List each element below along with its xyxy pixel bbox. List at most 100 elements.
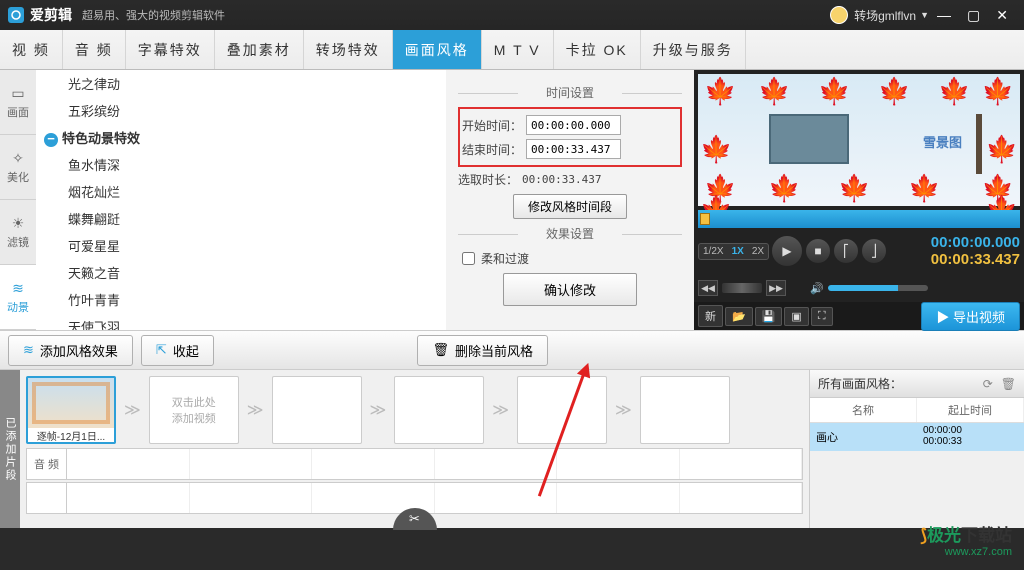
preview-video[interactable]: 雪景图 🍁🍁🍁🍁🍁🍁 🍁🍁🍁🍁🍁 🍁🍁 🍁🍁 (698, 74, 1020, 206)
trash-icon[interactable]: 🗑 (1001, 377, 1016, 391)
list-item[interactable]: 烟花灿烂 (36, 178, 446, 205)
end-time-input[interactable] (526, 139, 621, 159)
volume-slider[interactable] (828, 285, 928, 291)
tab-overlay[interactable]: 叠加素材 (215, 30, 304, 69)
clip-empty[interactable] (272, 376, 362, 444)
rail-frame[interactable]: ▭画面 (0, 70, 36, 135)
speed-selector: 1/2X 1X 2X (698, 243, 769, 260)
app-logo-icon (8, 7, 24, 23)
clip-placeholder[interactable]: 双击此处 添加视频 (149, 376, 239, 444)
fullscreen-icon[interactable]: ⛶ (811, 307, 833, 326)
styles-row[interactable]: 画心 00:00:00 00:00:33 (810, 423, 1024, 451)
preview-pane: 雪景图 🍁🍁🍁🍁🍁🍁 🍁🍁🍁🍁🍁 🍁🍁 🍁🍁 1/2X 1X 2X ▶ ■ ⎡ … (694, 70, 1024, 330)
export-icon: ▶ (936, 310, 949, 325)
seek-bar[interactable] (698, 210, 1020, 228)
close-button[interactable]: ✕ (988, 7, 1016, 24)
list-item[interactable]: 鱼水情深 (36, 151, 446, 178)
clip-caption: 逐帧-12月1日... (28, 428, 114, 442)
tab-transition[interactable]: 转场特效 (304, 30, 393, 69)
delete-style-button[interactable]: 🗑删除当前风格 (417, 335, 548, 366)
speed-1x[interactable]: 1X (728, 244, 748, 259)
tab-upgrade[interactable]: 升级与服务 (641, 30, 746, 69)
transition-icon: ≫ (615, 400, 632, 420)
tab-karaoke[interactable]: 卡拉 OK (554, 30, 641, 69)
tab-mtv[interactable]: M T V (482, 30, 554, 69)
stop-button[interactable]: ■ (805, 238, 831, 264)
rail-scene[interactable]: ≋动景 (0, 265, 36, 330)
main-tabs: 视 频 音 频 字幕特效 叠加素材 转场特效 画面风格 M T V 卡拉 OK … (0, 30, 1024, 70)
soft-transition-checkbox[interactable] (462, 252, 475, 265)
transition-icon: ≫ (492, 400, 509, 420)
chevron-down-icon: ▼ (920, 10, 929, 20)
tab-subtitle[interactable]: 字幕特效 (126, 30, 215, 69)
open-icon[interactable]: 📂 (725, 307, 753, 326)
user-badge[interactable]: 转场gmlflvn ▼ (830, 6, 929, 24)
step-controls: ◀◀ ▶▶ 🔊 (694, 274, 1024, 302)
confirm-button[interactable]: 确认修改 (503, 273, 637, 306)
wand-icon: ✧ (12, 150, 24, 167)
play-button[interactable]: ▶ (771, 235, 803, 267)
clip-thumbnail (28, 378, 114, 428)
timeline: 已添加片段 ≡ ✕ 逐帧-12月1日... ≫ 双击此处 添加视频 ≫ ≫ ≫ … (0, 370, 1024, 528)
snapshot-icon[interactable]: ▣ (784, 307, 808, 326)
maximize-button[interactable]: ▢ (959, 7, 988, 24)
left-rail: ▭画面 ✧美化 ☀滤镜 ≋动景 (0, 70, 36, 330)
trash-icon: 🗑 (432, 342, 449, 358)
video-track: ≡ ✕ 逐帧-12月1日... ≫ 双击此处 添加视频 ≫ ≫ ≫ ≫ (26, 376, 803, 444)
new-button[interactable]: 新 (698, 305, 723, 327)
app-name: 爱剪辑 (30, 5, 72, 25)
transition-icon: ≫ (370, 400, 387, 420)
list-item[interactable]: 蝶舞翩跹 (36, 205, 446, 232)
style-row-times: 00:00:00 00:00:33 (917, 423, 1024, 451)
step-fwd-button[interactable]: ▶▶ (766, 280, 786, 296)
list-item[interactable]: 竹叶青青 (36, 286, 446, 313)
rail-filter[interactable]: ☀滤镜 (0, 200, 36, 265)
effects-list[interactable]: 光之律动 五彩缤纷 特色动景特效 鱼水情深 烟花灿烂 蝶舞翩跹 可爱星星 天籁之… (36, 70, 446, 330)
mark-out-button[interactable]: ⎦ (861, 238, 887, 264)
step-back-button[interactable]: ◀◀ (698, 280, 718, 296)
watermark-url: www.xz7.com (920, 546, 1012, 558)
styles-panel-title: 所有画面风格： (818, 375, 902, 392)
list-item[interactable]: 五彩缤纷 (36, 97, 446, 124)
modify-time-button[interactable]: 修改风格时间段 (513, 194, 627, 219)
list-item[interactable]: 光之律动 (36, 70, 446, 97)
list-group[interactable]: 特色动景特效 (36, 124, 446, 151)
minimize-button[interactable]: — (929, 7, 959, 23)
wave-icon: ≋ (12, 280, 24, 297)
seek-knob[interactable] (700, 213, 710, 225)
transition-icon: ≫ (124, 400, 141, 420)
effect-group-label: 效果设置 (458, 225, 682, 242)
style-row-name: 画心 (810, 423, 917, 451)
timeline-content: ≡ ✕ 逐帧-12月1日... ≫ 双击此处 添加视频 ≫ ≫ ≫ ≫ 音 频 … (20, 370, 809, 528)
leaf-border: 🍁🍁🍁🍁🍁🍁 🍁🍁🍁🍁🍁 🍁🍁 🍁🍁 (698, 74, 1020, 206)
settings-panel: 时间设置 开始时间： 结束时间： 选取时长：00:00:33.437 修改风格时… (446, 70, 694, 330)
audio-track-1[interactable]: 音 频 (26, 448, 803, 480)
time-display: 00:00:00.000 00:00:33.437 (931, 234, 1020, 268)
list-item[interactable]: 天使飞羽 (36, 313, 446, 330)
clip-1[interactable]: ≡ ✕ 逐帧-12月1日... (26, 376, 116, 444)
mark-in-button[interactable]: ⎡ (833, 238, 859, 264)
volume-icon[interactable]: 🔊 (810, 282, 824, 295)
clip-empty[interactable] (394, 376, 484, 444)
tab-style[interactable]: 画面风格 (393, 30, 482, 69)
start-time-input[interactable] (526, 115, 621, 135)
add-style-button[interactable]: ≋添加风格效果 (8, 335, 133, 366)
save-icon[interactable]: 💾 (755, 307, 783, 326)
rail-beautify[interactable]: ✧美化 (0, 135, 36, 200)
collapse-button[interactable]: ⇱收起 (141, 335, 214, 366)
duration-value: 00:00:33.437 (522, 173, 601, 186)
tab-audio[interactable]: 音 频 (63, 30, 126, 69)
start-time-label: 开始时间： (462, 117, 522, 134)
speed-2x[interactable]: 2X (748, 244, 768, 259)
transition-icon: ≫ (247, 400, 264, 420)
speed-half[interactable]: 1/2X (699, 244, 728, 259)
refresh-icon[interactable]: ⟳ (983, 377, 993, 391)
clip-empty[interactable] (640, 376, 730, 444)
filter-icon: ☀ (12, 215, 25, 232)
list-item[interactable]: 可爱星星 (36, 232, 446, 259)
jog-wheel[interactable] (722, 283, 762, 293)
list-item[interactable]: 天籁之音 (36, 259, 446, 286)
duration-label: 选取时长： (458, 171, 518, 188)
tab-video[interactable]: 视 频 (0, 30, 63, 69)
export-button[interactable]: ▶ 导出视频 (921, 302, 1020, 331)
